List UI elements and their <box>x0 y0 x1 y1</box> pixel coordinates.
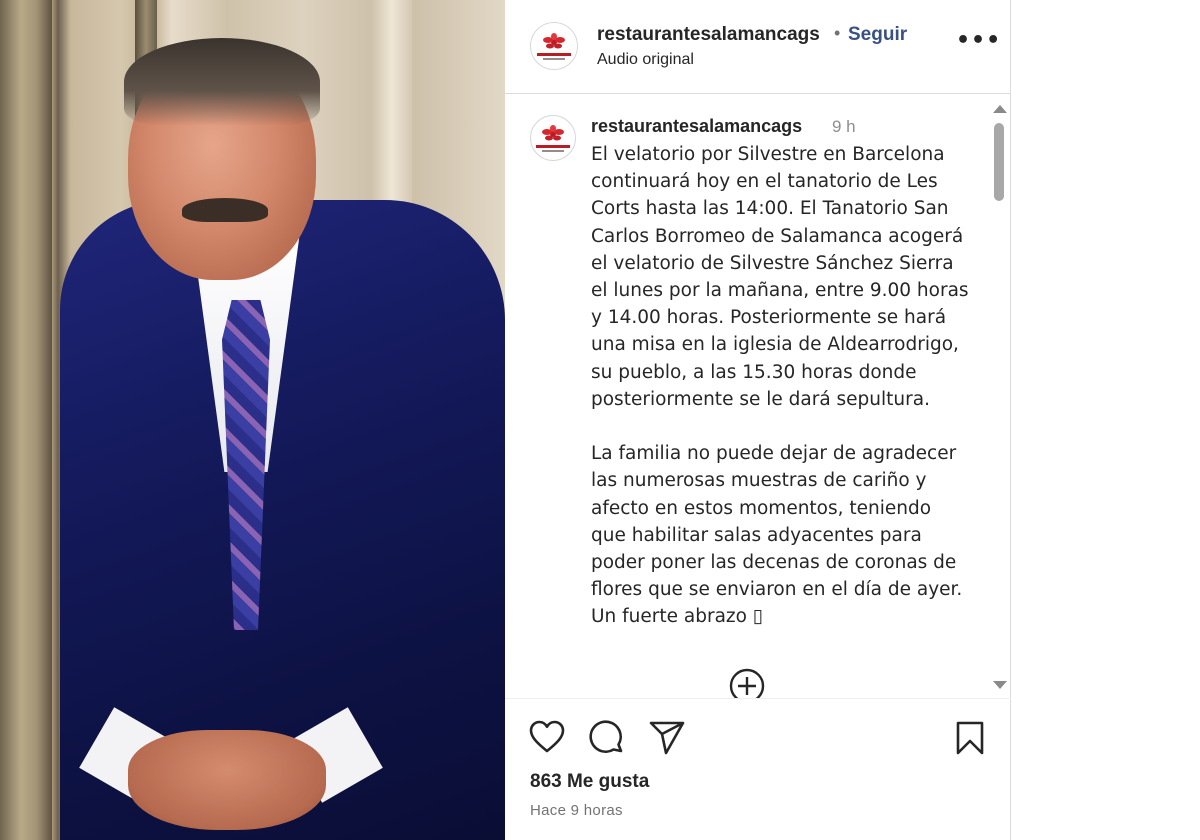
scrollbar-thumb[interactable] <box>994 123 1004 201</box>
heart-icon[interactable] <box>529 720 565 754</box>
flower-logo-icon <box>542 124 564 140</box>
scrollbar[interactable] <box>991 101 1007 695</box>
logo-wordmark <box>537 52 571 56</box>
separator-dot: • <box>834 23 841 43</box>
plus-circle-icon[interactable] <box>728 667 766 698</box>
caption-text: El velatorio por Silvestre en Barcelona … <box>591 144 969 628</box>
scroll-down-arrow-icon[interactable] <box>993 681 1007 689</box>
hands <box>128 730 326 830</box>
comment-avatar[interactable] <box>530 115 576 161</box>
page-background <box>1012 0 1200 840</box>
comment-timestamp[interactable]: 9 h <box>832 117 856 137</box>
logo-tagline <box>542 149 564 152</box>
hair <box>124 38 320 126</box>
bookmark-icon[interactable] <box>955 721 985 755</box>
account-username[interactable]: restaurantesalamancags <box>597 24 820 46</box>
post-side-panel: restaurantesalamancags • Seguir Audio or… <box>505 0 1011 840</box>
comments-section: restaurantesalamancags 9 h El velatorio … <box>505 95 1011 699</box>
follow-button[interactable]: Seguir <box>848 24 907 46</box>
share-icon[interactable] <box>649 721 685 755</box>
comment-icon[interactable] <box>589 720 625 756</box>
likes-count[interactable]: 863 Me gusta <box>530 771 649 793</box>
post-photo <box>0 0 505 840</box>
account-avatar[interactable] <box>530 22 578 70</box>
logo-wordmark <box>536 144 570 148</box>
scroll-up-arrow-icon[interactable] <box>993 105 1007 113</box>
more-horizontal-icon[interactable]: ••• <box>956 28 1001 53</box>
stone-pillar <box>0 0 52 840</box>
post-date[interactable]: Hace 9 horas <box>530 802 623 819</box>
flower-logo-icon <box>543 32 565 48</box>
action-bar <box>505 700 1011 840</box>
comment-username[interactable]: restaurantesalamancags <box>591 116 802 137</box>
post-header: restaurantesalamancags • Seguir Audio or… <box>505 0 1011 94</box>
audio-link[interactable]: Audio original <box>597 51 694 69</box>
mustache <box>182 198 268 222</box>
logo-tagline <box>543 57 565 60</box>
